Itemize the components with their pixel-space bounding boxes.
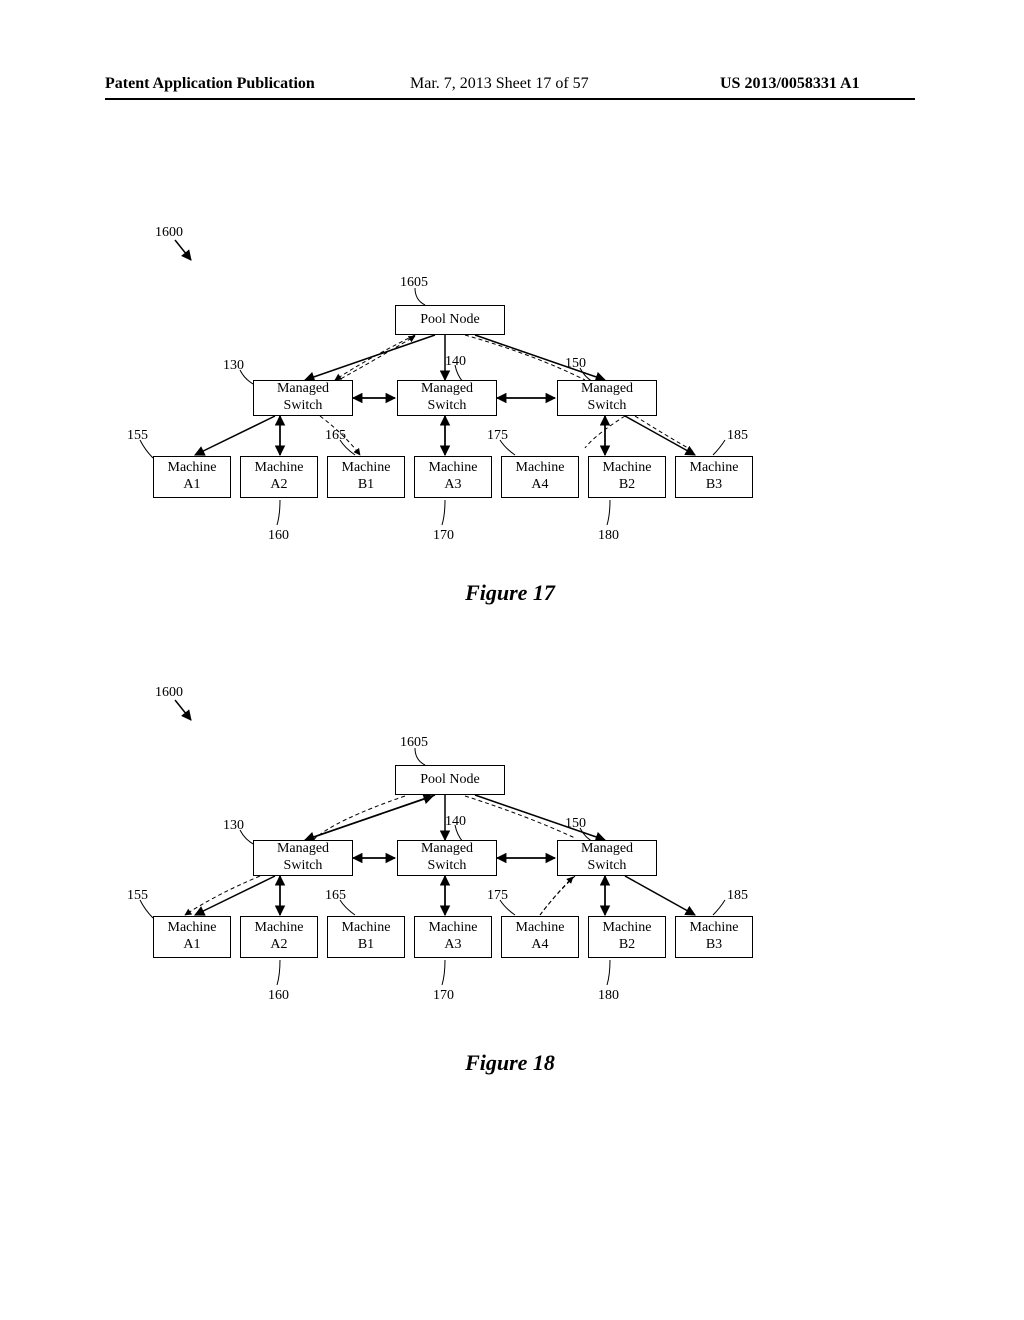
machine-a3: Machine A3: [429, 460, 478, 494]
machine-ref-170: 170: [433, 528, 454, 544]
machine-a1: Machine A1: [168, 920, 217, 954]
machine-b3: Machine B3: [690, 460, 739, 494]
pool-node-text: Pool Node: [420, 772, 480, 789]
managed-switch-box: Managed Switch: [557, 380, 657, 416]
machine-ref-155: 155: [127, 428, 148, 444]
machine-b2: Machine B2: [603, 460, 652, 494]
machine-a4: Machine A4: [516, 460, 565, 494]
switch-ref-140: 140: [445, 354, 466, 370]
machine-box: Machine B1: [327, 916, 405, 958]
machine-ref-175: 175: [487, 428, 508, 444]
machine-box: Machine A2: [240, 916, 318, 958]
machine-box: Machine A2: [240, 456, 318, 498]
machine-a2: Machine A2: [255, 920, 304, 954]
switch-ref-140: 140: [445, 814, 466, 830]
pool-node-box: Pool Node: [395, 305, 505, 335]
machine-box: Machine B3: [675, 456, 753, 498]
header-pubnum: US 2013/0058331 A1: [720, 75, 860, 93]
machine-a4: Machine A4: [516, 920, 565, 954]
figure-17: 1600 1605 Pool Node 130 140 150 Managed …: [105, 220, 915, 600]
figure-17-caption: Figure 17: [105, 580, 915, 606]
system-ref-label: 1600: [155, 685, 183, 701]
figure-18-connectors: [105, 680, 915, 1100]
machine-b1: Machine B1: [342, 460, 391, 494]
header-rule: [105, 98, 915, 100]
machine-ref-165: 165: [325, 888, 346, 904]
machine-box: Machine B2: [588, 456, 666, 498]
machine-a1: Machine A1: [168, 460, 217, 494]
machine-box: Machine B2: [588, 916, 666, 958]
switch-2-text: Managed Switch: [581, 381, 633, 415]
machine-a2: Machine A2: [255, 460, 304, 494]
machine-box: Machine B3: [675, 916, 753, 958]
switch-ref-130: 130: [223, 358, 244, 374]
managed-switch-box: Managed Switch: [557, 840, 657, 876]
machine-box: Machine A1: [153, 456, 231, 498]
machine-ref-180: 180: [598, 528, 619, 544]
pool-ref-label: 1605: [400, 275, 428, 291]
pool-ref-label: 1605: [400, 735, 428, 751]
machine-box: Machine A3: [414, 916, 492, 958]
managed-switch-box: Managed Switch: [253, 840, 353, 876]
switch-ref-150: 150: [565, 816, 586, 832]
switch-0-text: Managed Switch: [277, 381, 329, 415]
header-sheet: Mar. 7, 2013 Sheet 17 of 57: [410, 75, 589, 93]
figure-18-caption: Figure 18: [105, 1050, 915, 1076]
managed-switch-box: Managed Switch: [397, 380, 497, 416]
switch-ref-150: 150: [565, 356, 586, 372]
machine-a3: Machine A3: [429, 920, 478, 954]
machine-b3: Machine B3: [690, 920, 739, 954]
managed-switch-box: Managed Switch: [397, 840, 497, 876]
switch-1-text: Managed Switch: [421, 841, 473, 875]
machine-ref-165: 165: [325, 428, 346, 444]
header-publication: Patent Application Publication: [105, 75, 315, 93]
machine-box: Machine A4: [501, 916, 579, 958]
pool-node-text: Pool Node: [420, 312, 480, 329]
machine-box: Machine A3: [414, 456, 492, 498]
machine-ref-160: 160: [268, 528, 289, 544]
machine-ref-155: 155: [127, 888, 148, 904]
managed-switch-box: Managed Switch: [253, 380, 353, 416]
machine-ref-175: 175: [487, 888, 508, 904]
machine-ref-185: 185: [727, 428, 748, 444]
switch-ref-130: 130: [223, 818, 244, 834]
machine-ref-170: 170: [433, 988, 454, 1004]
switch-1-text: Managed Switch: [421, 381, 473, 415]
machine-ref-160: 160: [268, 988, 289, 1004]
figure-18: 1600 1605 Pool Node 130 140 150 Managed …: [105, 680, 915, 1100]
machine-ref-180: 180: [598, 988, 619, 1004]
machine-box: Machine A1: [153, 916, 231, 958]
machine-ref-185: 185: [727, 888, 748, 904]
system-ref-label: 1600: [155, 225, 183, 241]
machine-box: Machine A4: [501, 456, 579, 498]
machine-box: Machine B1: [327, 456, 405, 498]
switch-0-text: Managed Switch: [277, 841, 329, 875]
machine-b1: Machine B1: [342, 920, 391, 954]
switch-2-text: Managed Switch: [581, 841, 633, 875]
figure-17-connectors: [105, 220, 915, 600]
machine-b2: Machine B2: [603, 920, 652, 954]
pool-node-box: Pool Node: [395, 765, 505, 795]
